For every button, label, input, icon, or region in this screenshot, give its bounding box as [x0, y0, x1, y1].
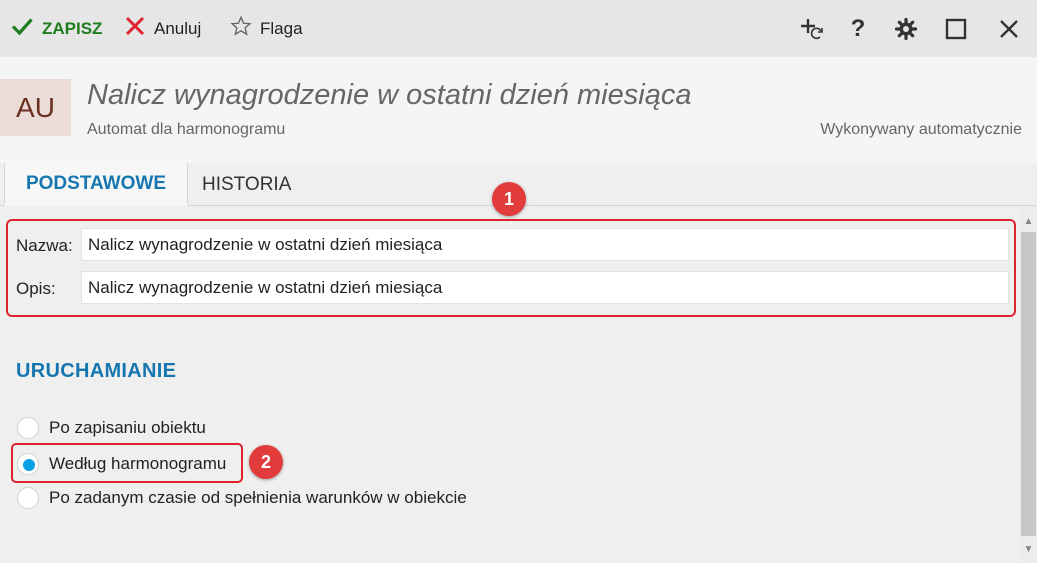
cancel-button[interactable]: Anuluj	[124, 0, 201, 57]
flag-button-label: Flaga	[260, 18, 303, 38]
page-subtitle: Automat dla harmonogramu	[87, 121, 286, 138]
record-header: AU Nalicz wynagrodzenie w ostatni dzień …	[0, 57, 1037, 163]
radio-by-schedule[interactable]: Według harmonogramu	[17, 451, 226, 477]
description-field[interactable]	[81, 271, 1009, 304]
maximize-icon[interactable]	[941, 14, 971, 44]
annotation-badge-2: 2	[249, 445, 283, 479]
radio-button[interactable]	[17, 417, 39, 439]
tab-historia[interactable]: HISTORIA	[202, 163, 291, 206]
scrollbar-thumb[interactable]	[1021, 232, 1036, 536]
star-icon	[230, 15, 252, 42]
add-refresh-icon[interactable]	[797, 14, 827, 44]
radio-button[interactable]	[17, 487, 39, 509]
avatar: AU	[0, 79, 71, 136]
radio-label: Po zapisaniu obiektu	[49, 418, 206, 437]
radio-button-selected[interactable]	[17, 453, 39, 475]
annotation-badge-1: 1	[492, 182, 526, 216]
scroll-down-arrow-icon[interactable]: ▼	[1021, 540, 1036, 558]
name-field[interactable]	[81, 228, 1009, 261]
radio-after-time[interactable]: Po zadanym czasie od spełnienia warunków…	[17, 485, 467, 511]
gear-icon[interactable]	[891, 14, 921, 44]
flag-button[interactable]: Flaga	[230, 0, 303, 57]
section-title: URUCHAMIANIE	[16, 360, 177, 382]
radio-label: Według harmonogramu	[49, 454, 227, 473]
cross-icon	[124, 15, 146, 42]
save-button-label: ZAPISZ	[42, 18, 103, 38]
close-icon[interactable]	[994, 14, 1024, 44]
tab-podstawowe[interactable]: PODSTAWOWE	[4, 163, 188, 206]
toolbar: ZAPISZ Anuluj Flaga ?	[0, 0, 1037, 57]
status-text: Wykonywany automatycznie	[820, 121, 1022, 138]
cancel-button-label: Anuluj	[154, 18, 202, 38]
radio-after-save[interactable]: Po zapisaniu obiektu	[17, 415, 206, 441]
name-label: Nazwa:	[16, 236, 73, 255]
help-icon[interactable]: ?	[843, 14, 873, 44]
scroll-up-arrow-icon[interactable]: ▲	[1021, 212, 1036, 230]
checkmark-icon	[10, 14, 34, 43]
radio-label: Po zadanym czasie od spełnienia warunków…	[49, 488, 467, 507]
save-button[interactable]: ZAPISZ	[10, 0, 102, 57]
description-label: Opis:	[16, 279, 56, 298]
page-title: Nalicz wynagrodzenie w ostatni dzień mie…	[87, 79, 692, 111]
